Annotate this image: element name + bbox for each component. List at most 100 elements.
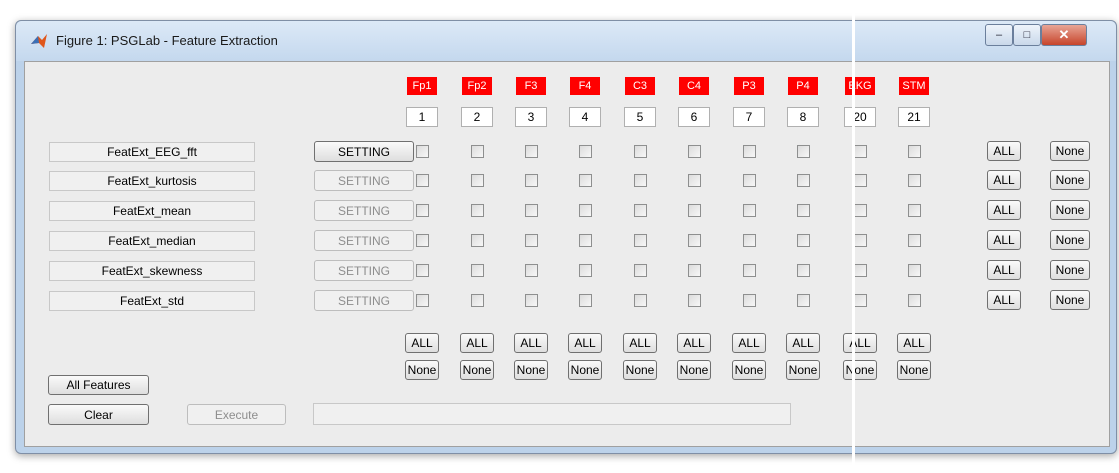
channel-checkbox[interactable]	[797, 234, 810, 247]
channel-checkbox[interactable]	[743, 145, 756, 158]
channel-checkbox[interactable]	[416, 145, 429, 158]
column-none-button[interactable]: None	[677, 360, 711, 380]
channel-checkbox[interactable]	[688, 174, 701, 187]
channel-checkbox[interactable]	[743, 234, 756, 247]
channel-checkbox[interactable]	[416, 204, 429, 217]
channel-checkbox[interactable]	[525, 145, 538, 158]
column-all-button[interactable]: ALL	[897, 333, 931, 353]
channel-checkbox[interactable]	[854, 204, 867, 217]
column-all-button[interactable]: ALL	[514, 333, 548, 353]
column-none-button[interactable]: None	[623, 360, 657, 380]
row-none-button[interactable]: None	[1050, 260, 1090, 280]
channel-checkbox[interactable]	[525, 174, 538, 187]
column-none-button[interactable]: None	[460, 360, 494, 380]
channel-checkbox[interactable]	[854, 294, 867, 307]
channel-checkbox[interactable]	[688, 234, 701, 247]
execute-button[interactable]: Execute	[187, 404, 286, 425]
channel-checkbox[interactable]	[634, 204, 647, 217]
channel-checkbox[interactable]	[797, 204, 810, 217]
minimize-button[interactable]: –	[985, 24, 1013, 46]
channel-checkbox[interactable]	[634, 174, 647, 187]
column-none-button[interactable]: None	[786, 360, 820, 380]
row-all-button[interactable]: ALL	[987, 200, 1021, 220]
column-all-button[interactable]: ALL	[405, 333, 439, 353]
channel-checkbox[interactable]	[797, 264, 810, 277]
maximize-button[interactable]: □	[1013, 24, 1041, 46]
channel-checkbox[interactable]	[579, 145, 592, 158]
channel-checkbox[interactable]	[908, 145, 921, 158]
channel-checkbox[interactable]	[579, 204, 592, 217]
channel-checkbox[interactable]	[797, 145, 810, 158]
row-none-button[interactable]: None	[1050, 141, 1090, 161]
row-none-button[interactable]: None	[1050, 290, 1090, 310]
channel-checkbox[interactable]	[525, 264, 538, 277]
setting-button[interactable]: SETTING	[314, 170, 414, 191]
column-all-button[interactable]: ALL	[677, 333, 711, 353]
channel-checkbox[interactable]	[525, 234, 538, 247]
channel-checkbox[interactable]	[908, 234, 921, 247]
channel-checkbox[interactable]	[908, 204, 921, 217]
row-all-button[interactable]: ALL	[987, 230, 1021, 250]
channel-checkbox[interactable]	[908, 264, 921, 277]
channel-checkbox[interactable]	[525, 204, 538, 217]
close-button[interactable]: ✕	[1041, 24, 1087, 46]
channel-checkbox[interactable]	[743, 174, 756, 187]
channel-checkbox[interactable]	[854, 145, 867, 158]
row-all-button[interactable]: ALL	[987, 141, 1021, 161]
row-all-button[interactable]: ALL	[987, 260, 1021, 280]
column-all-button[interactable]: ALL	[732, 333, 766, 353]
channel-checkbox[interactable]	[416, 264, 429, 277]
channel-checkbox[interactable]	[854, 264, 867, 277]
channel-checkbox[interactable]	[471, 204, 484, 217]
channel-checkbox[interactable]	[743, 264, 756, 277]
channel-checkbox[interactable]	[797, 174, 810, 187]
channel-checkbox[interactable]	[854, 174, 867, 187]
all-features-button[interactable]: All Features	[48, 375, 149, 395]
column-all-button[interactable]: ALL	[786, 333, 820, 353]
title-bar[interactable]: Figure 1: PSGLab - Feature Extraction – …	[16, 21, 1116, 61]
row-none-button[interactable]: None	[1050, 200, 1090, 220]
channel-checkbox[interactable]	[854, 234, 867, 247]
channel-checkbox[interactable]	[743, 204, 756, 217]
setting-button[interactable]: SETTING	[314, 260, 414, 281]
channel-checkbox[interactable]	[634, 294, 647, 307]
channel-checkbox[interactable]	[416, 234, 429, 247]
channel-checkbox[interactable]	[688, 204, 701, 217]
channel-checkbox[interactable]	[579, 264, 592, 277]
channel-checkbox[interactable]	[579, 174, 592, 187]
setting-button[interactable]: SETTING	[314, 230, 414, 251]
column-all-button[interactable]: ALL	[568, 333, 602, 353]
column-none-button[interactable]: None	[568, 360, 602, 380]
channel-checkbox[interactable]	[471, 145, 484, 158]
column-all-button[interactable]: ALL	[623, 333, 657, 353]
column-none-button[interactable]: None	[514, 360, 548, 380]
channel-checkbox[interactable]	[416, 174, 429, 187]
row-none-button[interactable]: None	[1050, 170, 1090, 190]
channel-checkbox[interactable]	[471, 294, 484, 307]
column-none-button[interactable]: None	[732, 360, 766, 380]
channel-checkbox[interactable]	[634, 234, 647, 247]
row-none-button[interactable]: None	[1050, 230, 1090, 250]
column-none-button[interactable]: None	[897, 360, 931, 380]
column-none-button[interactable]: None	[405, 360, 439, 380]
channel-checkbox[interactable]	[688, 264, 701, 277]
clear-button[interactable]: Clear	[48, 404, 149, 425]
setting-button[interactable]: SETTING	[314, 141, 414, 162]
row-all-button[interactable]: ALL	[987, 290, 1021, 310]
channel-checkbox[interactable]	[471, 234, 484, 247]
channel-checkbox[interactable]	[416, 294, 429, 307]
channel-checkbox[interactable]	[634, 264, 647, 277]
setting-button[interactable]: SETTING	[314, 200, 414, 221]
channel-checkbox[interactable]	[743, 294, 756, 307]
channel-checkbox[interactable]	[525, 294, 538, 307]
channel-checkbox[interactable]	[908, 174, 921, 187]
channel-checkbox[interactable]	[471, 174, 484, 187]
row-all-button[interactable]: ALL	[987, 170, 1021, 190]
column-all-button[interactable]: ALL	[460, 333, 494, 353]
channel-checkbox[interactable]	[797, 294, 810, 307]
column-none-button[interactable]: None	[843, 360, 877, 380]
setting-button[interactable]: SETTING	[314, 290, 414, 311]
channel-checkbox[interactable]	[908, 294, 921, 307]
channel-checkbox[interactable]	[634, 145, 647, 158]
channel-checkbox[interactable]	[688, 294, 701, 307]
